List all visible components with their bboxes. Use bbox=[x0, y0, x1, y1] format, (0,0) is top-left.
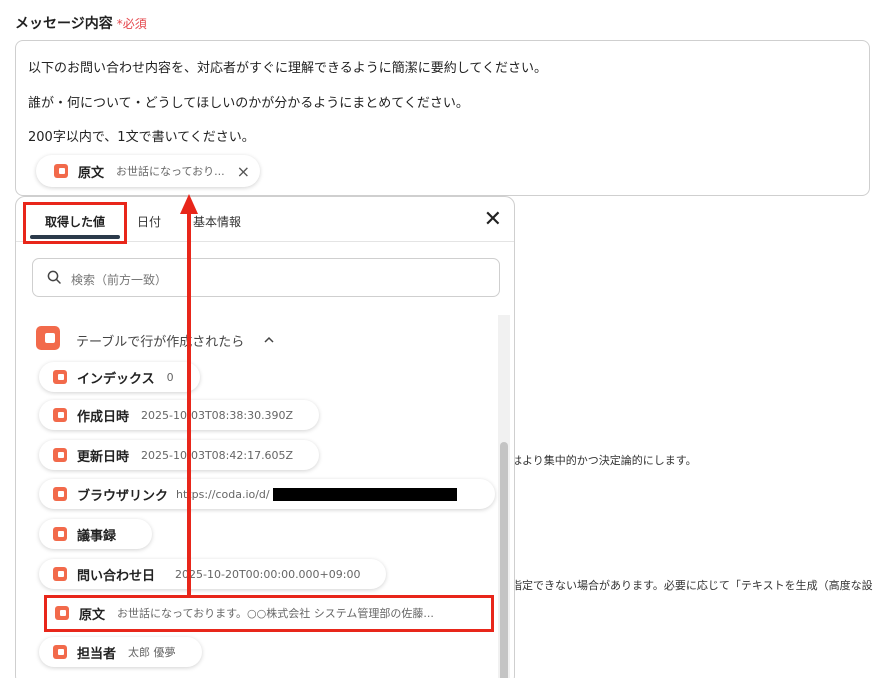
item-title: 議事録 bbox=[77, 528, 117, 544]
scrollbar-thumb[interactable] bbox=[500, 442, 508, 678]
tab-date[interactable]: 日付 bbox=[137, 213, 161, 230]
item-title: 担当者 bbox=[77, 646, 117, 662]
chip-value: お世話になっており... bbox=[116, 165, 225, 178]
coda-icon bbox=[53, 370, 67, 384]
item-value: 2025-10-20T00:00:00.000+09:00 bbox=[175, 567, 361, 581]
item-chip-index[interactable]: インデックス 0 bbox=[39, 362, 200, 392]
chevron-up-icon[interactable] bbox=[264, 335, 274, 345]
coda-icon bbox=[53, 527, 67, 541]
item-value: 2025-10-03T08:42:17.605Z bbox=[141, 448, 294, 462]
highlight-item-box bbox=[44, 595, 494, 632]
chip-remove-icon[interactable]: × bbox=[237, 162, 250, 181]
item-value: 0 bbox=[166, 370, 174, 384]
item-title: ブラウザリンク bbox=[77, 488, 169, 504]
tab-basic-info[interactable]: 基本情報 bbox=[193, 213, 241, 230]
item-title: インデックス bbox=[77, 371, 155, 387]
inserted-variable-chip[interactable]: 原文 お世話になっており... × bbox=[36, 155, 261, 187]
item-chip-updated-at[interactable]: 更新日時 2025-10-03T08:42:17.605Z bbox=[39, 440, 320, 470]
item-chip-browser-link[interactable]: ブラウザリンク https://coda.io/d/ bbox=[39, 479, 495, 509]
section-title[interactable]: テーブルで行が作成されたら bbox=[76, 331, 244, 350]
item-value: 太郎 優夢 bbox=[128, 646, 176, 659]
field-label-text: メッセージ内容 bbox=[15, 16, 113, 32]
textarea-line-2: 誰が・何について・どうしてほしいのかが分かるようにまとめてください。 bbox=[28, 96, 469, 111]
required-text: 必須 bbox=[122, 17, 147, 31]
highlight-tab-box bbox=[23, 202, 127, 244]
item-chip-minutes[interactable]: 議事録 bbox=[39, 519, 153, 549]
close-icon[interactable]: ✕ bbox=[484, 207, 502, 232]
search-placeholder: 検索（前方一致） bbox=[71, 273, 168, 287]
redaction-bar bbox=[272, 487, 457, 501]
background-help-text-2: 指定できない場合があります。必要に応じて「テキストを生成（高度な設 bbox=[511, 579, 873, 592]
search-icon bbox=[47, 270, 61, 284]
item-title: 更新日時 bbox=[77, 449, 130, 465]
coda-icon bbox=[53, 408, 67, 422]
coda-icon bbox=[53, 567, 67, 581]
item-value: https://coda.io/d/ bbox=[176, 487, 270, 501]
item-chip-assignee[interactable]: 担当者 太郎 優夢 bbox=[39, 637, 202, 667]
coda-icon bbox=[54, 164, 68, 178]
coda-icon bbox=[53, 448, 67, 462]
item-chip-inquiry-date[interactable]: 問い合わせ日 2025-10-20T00:00:00.000+09:00 bbox=[39, 559, 387, 589]
background-help-text-1: はより集中的かつ決定論的にします。 bbox=[511, 454, 697, 467]
search-input[interactable]: 検索（前方一致） bbox=[32, 258, 500, 297]
item-value: 2025-10-03T08:38:30.390Z bbox=[141, 408, 294, 422]
item-chip-created-at[interactable]: 作成日時 2025-10-03T08:38:30.390Z bbox=[39, 400, 320, 430]
coda-icon bbox=[53, 487, 67, 501]
textarea-line-1: 以下のお問い合わせ内容を、対応者がすぐに理解できるように簡潔に要約してください。 bbox=[28, 61, 547, 76]
item-title: 作成日時 bbox=[77, 409, 130, 425]
message-field-label: メッセージ内容 *必須 bbox=[15, 13, 147, 33]
coda-icon bbox=[53, 645, 67, 659]
coda-icon bbox=[36, 326, 60, 350]
textarea-line-3: 200字以内で、1文で書いてください。 bbox=[28, 130, 255, 145]
item-title: 問い合わせ日 bbox=[77, 568, 156, 584]
chip-title: 原文 bbox=[78, 165, 105, 181]
message-textarea[interactable]: 以下のお問い合わせ内容を、対応者がすぐに理解できるように簡潔に要約してください。… bbox=[15, 40, 870, 196]
